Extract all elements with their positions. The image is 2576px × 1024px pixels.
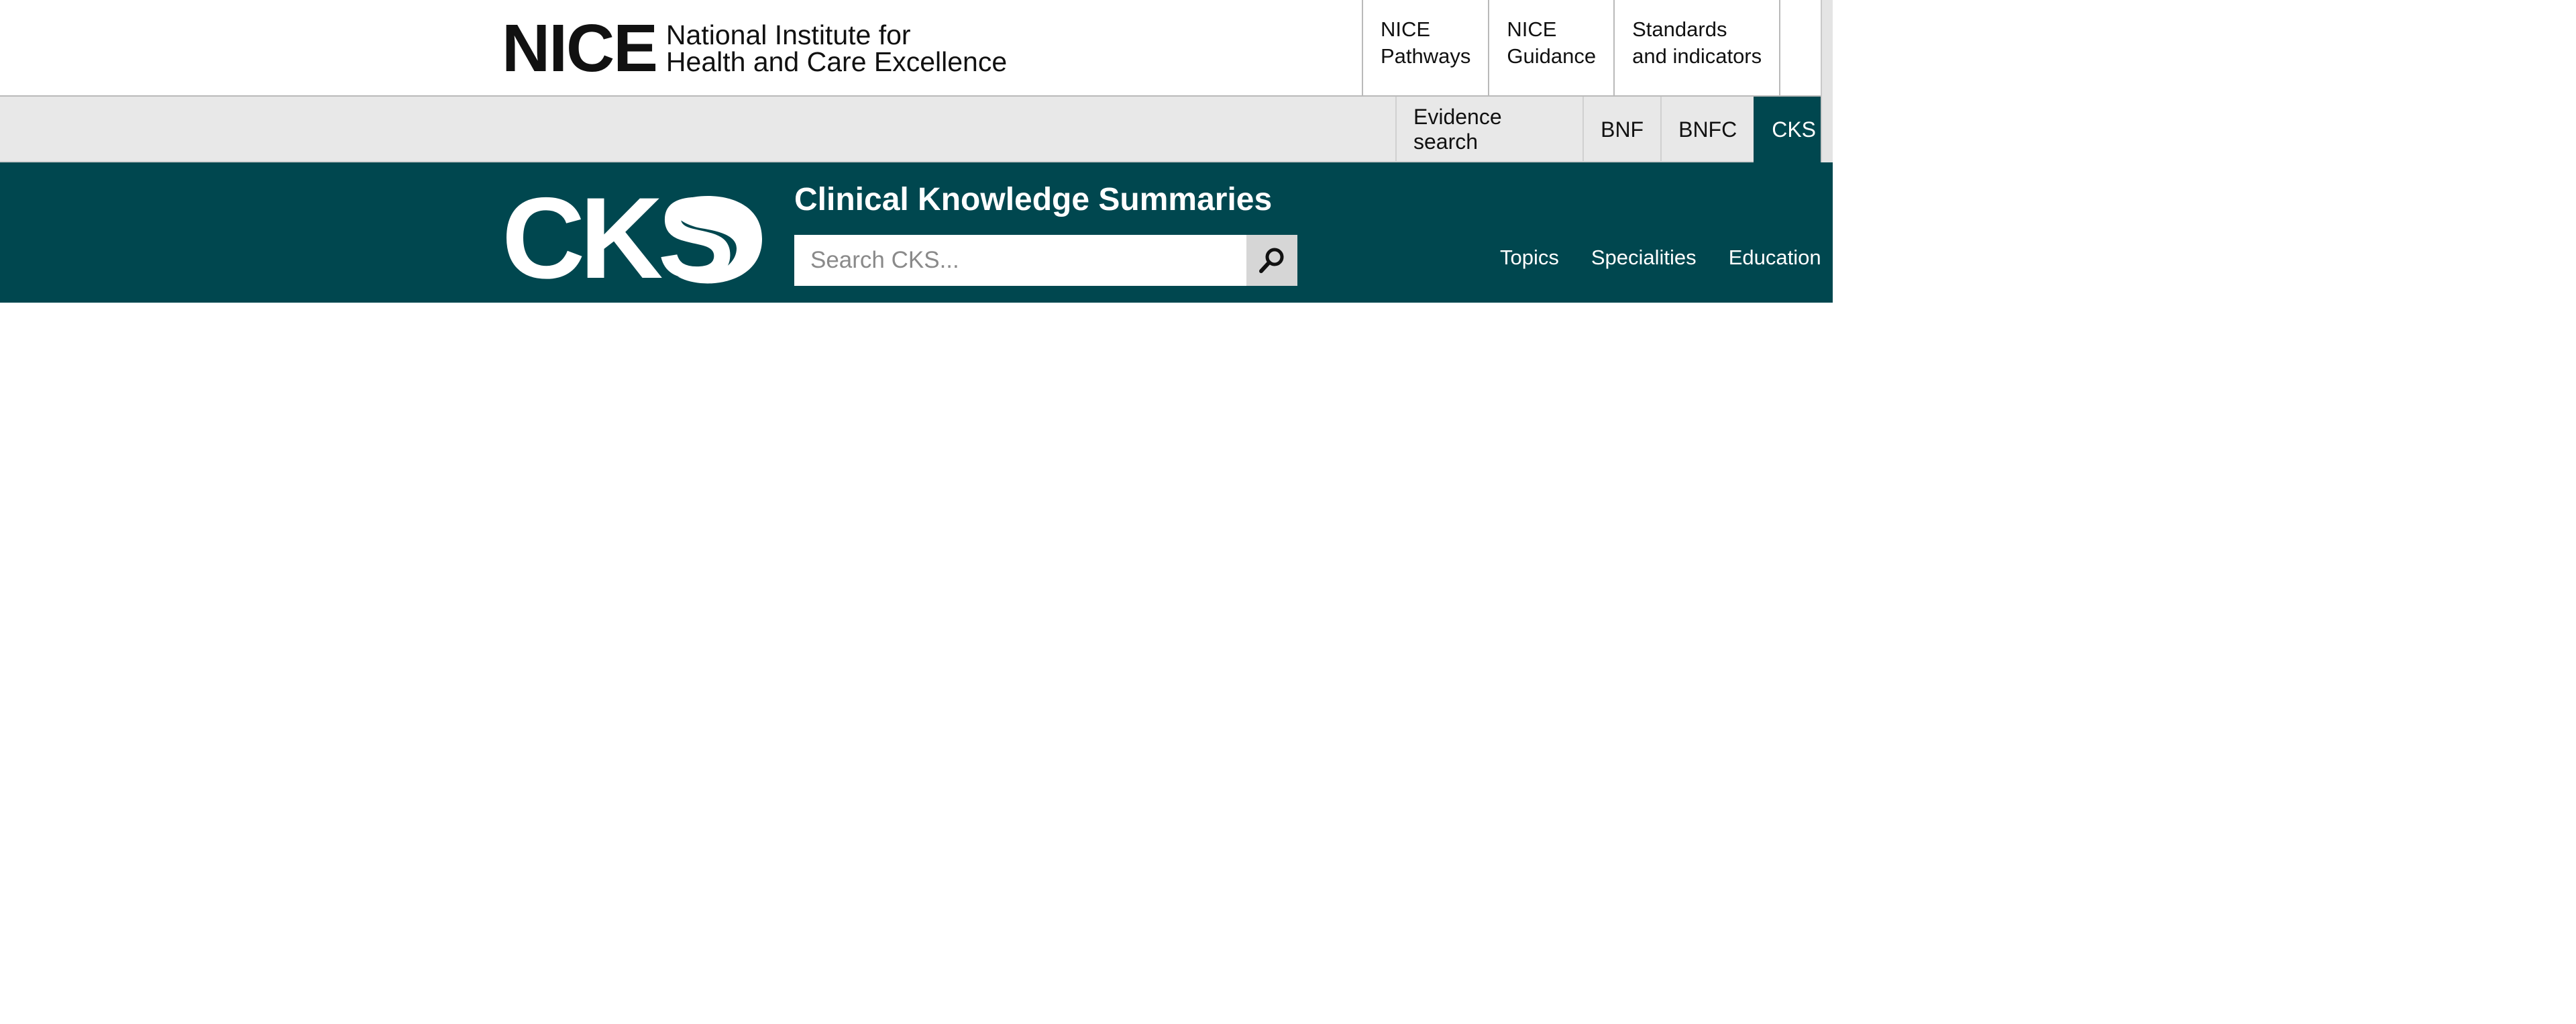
cks-logo[interactable]: CKS [502, 191, 762, 291]
top-nav-nice-pathways[interactable]: NICE Pathways [1362, 0, 1488, 97]
top-nav-standards-indicators[interactable]: Standards and indicators [1613, 0, 1781, 97]
cks-nav-topics[interactable]: Topics [1500, 246, 1559, 270]
nice-top-bar: NICE National Institute for Health and C… [0, 0, 1833, 97]
services-nav-bnf[interactable]: BNF [1582, 97, 1660, 162]
top-nav-label-line1: Standards [1632, 17, 1727, 41]
nice-logo-line1: National Institute for [665, 19, 911, 50]
nice-logo[interactable]: NICE National Institute for Health and C… [502, 15, 1008, 82]
search-button[interactable] [1246, 235, 1297, 286]
top-nav: NICE Pathways NICE Guidance Standards an… [1362, 0, 1781, 97]
cks-logo-mark: CKS [502, 191, 762, 291]
top-nav-label-line2: and indicators [1632, 44, 1762, 68]
page: NICE National Institute for Health and C… [0, 0, 2576, 1024]
cks-nav: Topics Specialities Education [1500, 246, 1833, 270]
top-nav-label-line1: NICE [1507, 17, 1557, 41]
services-nav: Evidence search BNF BNFC CKS [1395, 97, 1833, 162]
search-form [794, 235, 1297, 286]
nice-logo-text: National Institute for Health and Care E… [665, 19, 1008, 77]
top-nav-label-line2: Pathways [1381, 44, 1471, 68]
cks-header: CKS Clinical Knowledge Summaries Topics … [0, 162, 1833, 303]
top-nav-nice-guidance[interactable]: NICE Guidance [1488, 0, 1613, 97]
top-nav-label-line1: NICE [1381, 17, 1431, 41]
nice-logo-mark: NICE [502, 11, 658, 86]
services-bar: Evidence search BNF BNFC CKS [0, 97, 1833, 162]
nice-logo-line2: Health and Care Excellence [665, 46, 1008, 77]
page-title: Clinical Knowledge Summaries [794, 182, 1273, 217]
scroll-gutter [1821, 0, 1833, 162]
services-nav-evidence-search[interactable]: Evidence search [1395, 97, 1582, 162]
top-nav-label-line2: Guidance [1507, 44, 1597, 68]
services-nav-bnfc[interactable]: BNFC [1660, 97, 1754, 162]
cks-nav-education[interactable]: Education [1729, 246, 1821, 270]
search-input[interactable] [794, 235, 1246, 286]
search-icon [1259, 248, 1284, 273]
cks-nav-specialities[interactable]: Specialities [1591, 246, 1697, 270]
